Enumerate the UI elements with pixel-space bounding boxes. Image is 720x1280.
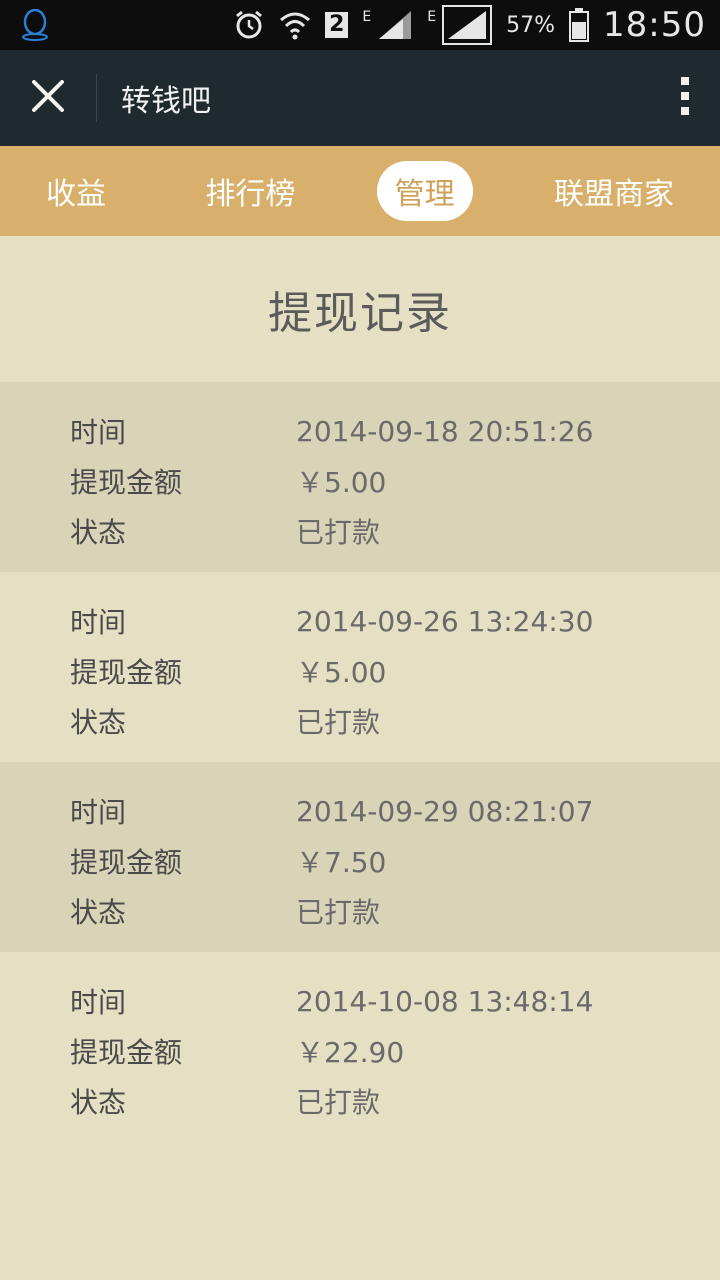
- status-value: 已打款: [296, 896, 381, 929]
- amount-label: 提现金额: [70, 466, 183, 499]
- amount-label: 提现金额: [70, 1036, 183, 1069]
- tab-earnings[interactable]: 收益: [46, 161, 124, 221]
- battery-percent: 57%: [506, 12, 556, 38]
- page-app-title: 转钱吧: [121, 84, 211, 119]
- clock: 18:50: [603, 5, 706, 45]
- qq-icon: [20, 9, 50, 41]
- amount-label: 提现金额: [70, 846, 183, 879]
- withdrawal-records-list: 时间 2014-09-18 20:51:26 提现金额 ￥5.00 状态 已打款 时间…: [0, 382, 720, 1142]
- signal-icon-2: [442, 5, 493, 45]
- signal-icon: [377, 9, 413, 41]
- amount-value: ￥7.50: [296, 846, 387, 879]
- amount-value: ￥5.00: [296, 656, 387, 689]
- amount-value: ￥5.00: [296, 466, 387, 499]
- time-label: 时间: [70, 986, 127, 1019]
- time-value: 2014-09-29 08:21:07: [296, 794, 594, 828]
- network-type-1: E: [362, 9, 372, 25]
- alarm-icon: [233, 9, 265, 41]
- status-value: 已打款: [296, 516, 381, 549]
- amount-label: 提现金额: [70, 656, 183, 689]
- list-item: 时间 2014-09-26 13:24:30 提现金额 ￥5.00 状态 已打款: [0, 572, 720, 762]
- status-label: 状态: [70, 1086, 127, 1119]
- list-item: 时间 2014-09-29 08:21:07 提现金额 ￥7.50 状态 已打款: [0, 762, 720, 952]
- list-item: 时间 2014-09-18 20:51:26 提现金额 ￥5.00 状态 已打款: [0, 382, 720, 572]
- amount-value: ￥22.90: [296, 1036, 405, 1069]
- tab-bar: 收益 排行榜 管理 联盟商家: [0, 146, 720, 236]
- network-type-2: E: [427, 9, 437, 25]
- tab-leaderboard[interactable]: 排行榜: [187, 161, 313, 221]
- time-label: 时间: [70, 796, 127, 829]
- title-bar: 转钱吧: [0, 50, 720, 146]
- wifi-icon: [279, 10, 311, 40]
- status-value: 已打款: [296, 1086, 381, 1119]
- list-item: 时间 2014-10-08 13:48:14 提现金额 ￥22.90 状态 已打款: [0, 952, 720, 1142]
- more-button[interactable]: [650, 50, 720, 146]
- tab-alliance-merchants[interactable]: 联盟商家: [536, 161, 674, 221]
- time-value: 2014-09-18 20:51:26: [296, 414, 594, 448]
- time-label: 时间: [70, 606, 127, 639]
- battery-icon: [569, 8, 590, 42]
- tab-manage[interactable]: 管理: [376, 161, 473, 221]
- sim-badge: 2: [325, 12, 349, 38]
- status-value: 已打款: [296, 706, 381, 739]
- close-button[interactable]: [0, 50, 96, 146]
- status-label: 状态: [70, 516, 127, 549]
- time-value: 2014-10-08 13:48:14: [296, 984, 594, 1018]
- time-label: 时间: [70, 416, 127, 449]
- time-value: 2014-09-26 13:24:30: [296, 604, 594, 638]
- status-label: 状态: [70, 896, 127, 929]
- more-vertical-icon: [680, 76, 690, 120]
- close-icon: [31, 79, 65, 117]
- title-divider: [96, 74, 97, 122]
- status-bar: 2 E E 57% 18:50: [0, 0, 720, 50]
- page-title: 提现记录: [268, 288, 452, 339]
- status-label: 状态: [70, 706, 127, 739]
